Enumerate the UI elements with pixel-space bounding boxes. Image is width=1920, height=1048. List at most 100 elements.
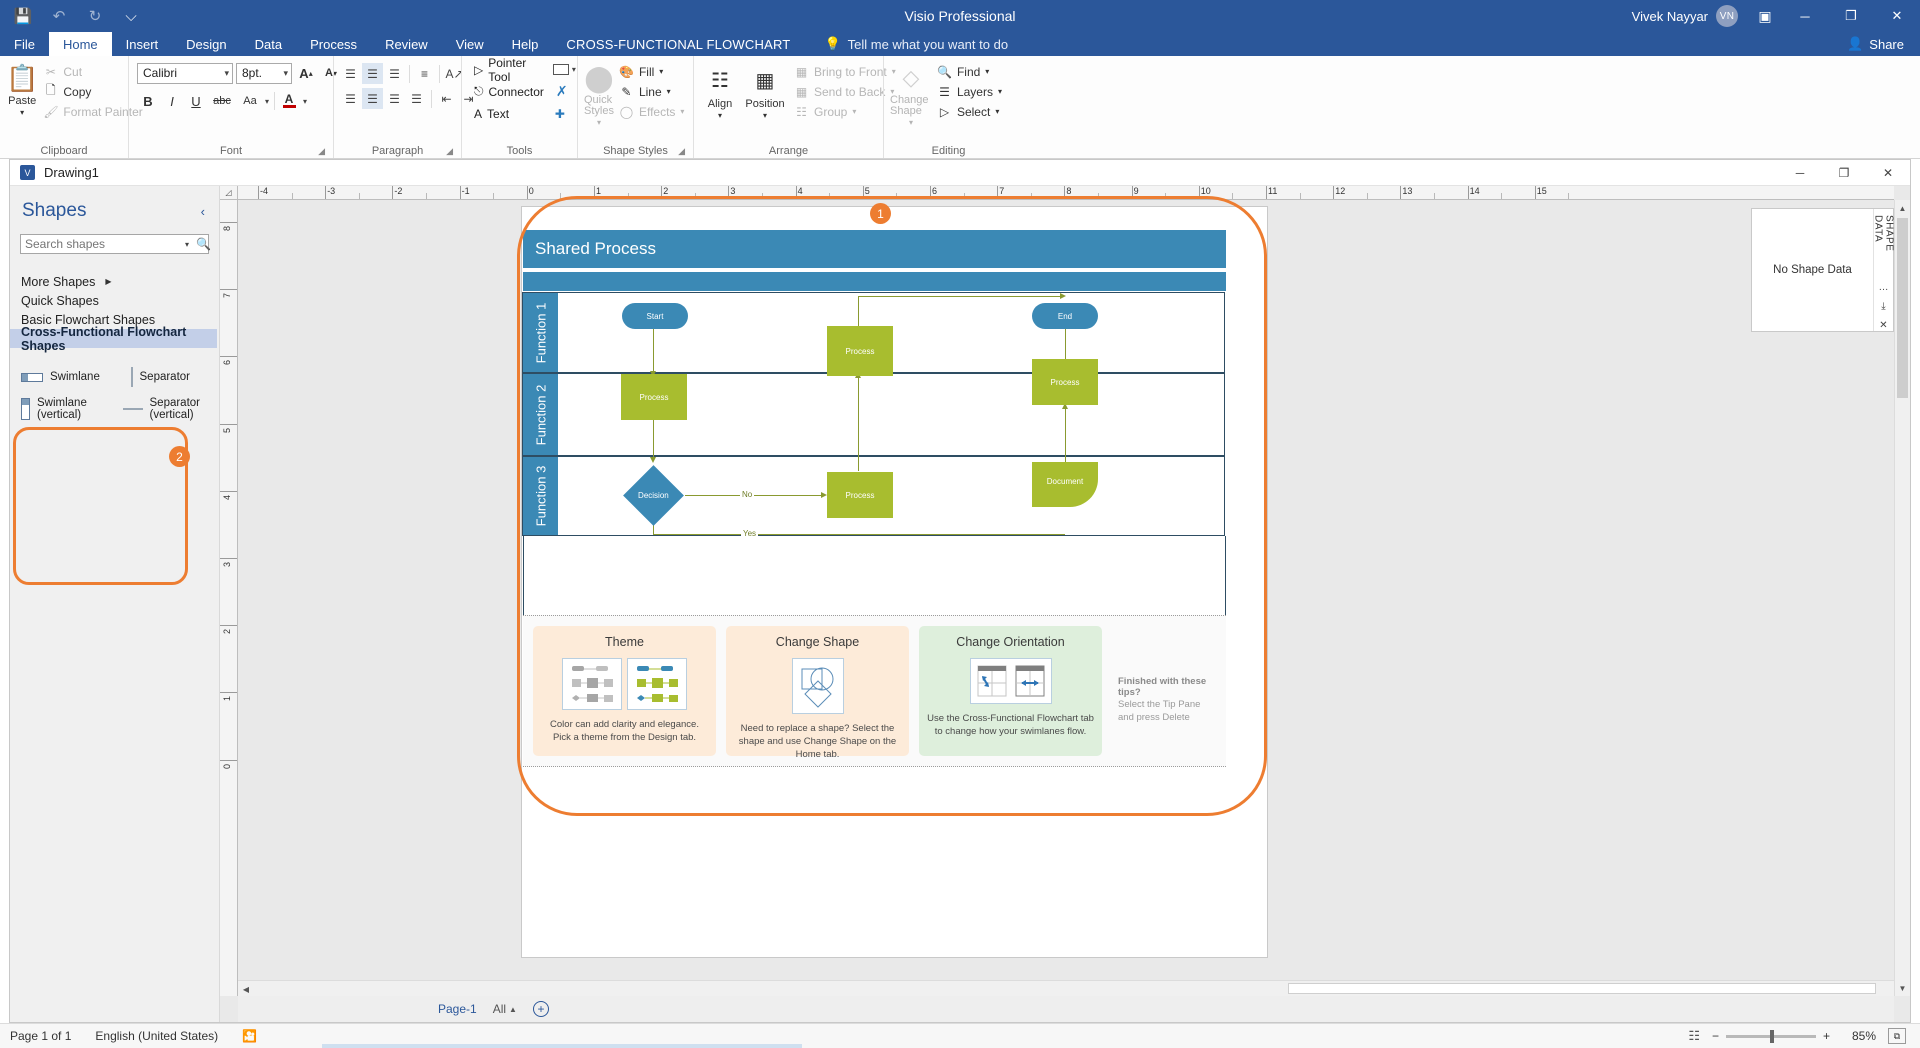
change-shape-button[interactable]: ◇ Change Shape ▾ <box>890 59 932 126</box>
flowchart-title[interactable]: Shared Process <box>523 230 1226 268</box>
chevron-down-icon[interactable]: ▾ <box>718 112 722 119</box>
horizontal-scroll-thumb[interactable] <box>1288 983 1876 994</box>
more-options-icon[interactable]: … <box>1879 282 1889 293</box>
page-tab-page-1[interactable]: Page-1 <box>438 1002 477 1016</box>
justify-button[interactable]: ☰ <box>406 88 427 109</box>
undo-icon[interactable]: ↶ <box>48 5 70 27</box>
tab-view[interactable]: View <box>442 32 498 56</box>
chevron-down-icon[interactable]: ▾ <box>597 119 601 126</box>
connector-decision-to-process2[interactable] <box>685 495 825 496</box>
lane-header-function-2[interactable]: Function 2 <box>523 374 558 455</box>
account-button[interactable]: Vivek Nayyar VN <box>1632 5 1748 27</box>
chevron-down-icon[interactable]: ▾ <box>667 87 671 96</box>
node-process-3[interactable]: Process <box>827 326 893 376</box>
connector-processmid-up[interactable] <box>858 296 859 327</box>
paste-dropdown-icon[interactable]: ▾ <box>20 109 24 116</box>
stencil-item-quick-shapes[interactable]: Quick Shapes <box>10 291 219 310</box>
font-size-combo[interactable]: 8pt. ▾ <box>236 63 292 84</box>
search-input[interactable] <box>21 237 180 251</box>
shape-styles-dialog-launcher-icon[interactable]: ◢ <box>678 144 685 158</box>
node-process-4[interactable]: Process <box>1032 359 1098 405</box>
node-start[interactable]: Start <box>622 303 688 329</box>
document-close-button[interactable]: ✕ <box>1866 160 1910 186</box>
increase-font-size-button[interactable]: A▴ <box>295 62 317 84</box>
align-left-button[interactable]: ☰ <box>340 88 361 109</box>
align-center-button[interactable]: ☰ <box>362 88 383 109</box>
close-button[interactable]: ✕ <box>1874 0 1920 32</box>
align-bottom-button[interactable]: ☰ <box>384 63 405 84</box>
tab-file[interactable]: File <box>0 32 49 56</box>
quick-styles-button[interactable]: ⬤ Quick Styles ▾ <box>584 59 614 126</box>
master-swimlane-vertical[interactable]: Swimlane (vertical) <box>14 392 115 426</box>
chevron-down-icon[interactable]: ▾ <box>995 107 999 116</box>
font-color-button[interactable]: A <box>280 94 298 108</box>
lane-header-function-3[interactable]: Function 3 <box>523 457 558 535</box>
tip-card-change-shape[interactable]: Change Shape Need to replace a shape? Se… <box>726 626 909 756</box>
node-document[interactable]: Document <box>1032 462 1098 507</box>
bullets-button[interactable]: ≡ <box>414 63 435 84</box>
zoom-knob[interactable] <box>1770 1030 1774 1043</box>
document-restore-button[interactable]: ❐ <box>1822 160 1866 186</box>
align-middle-button[interactable]: ☰ <box>362 63 383 84</box>
master-swimlane[interactable]: Swimlane <box>14 362 115 392</box>
pin-icon[interactable]: ⤓ <box>1881 301 1885 312</box>
tab-process[interactable]: Process <box>296 32 371 56</box>
chevron-down-icon[interactable]: ▾ <box>763 112 767 119</box>
close-icon[interactable]: ✕ <box>1879 320 1887 331</box>
connection-point-tool-button[interactable]: ✚ <box>550 103 579 124</box>
chevron-down-icon[interactable]: ▾ <box>680 107 684 116</box>
master-separator-vertical[interactable]: Separator (vertical) <box>115 392 216 426</box>
zoom-out-button[interactable]: − <box>1712 1029 1719 1043</box>
paragraph-dialog-launcher-icon[interactable]: ◢ <box>446 144 453 158</box>
tab-data[interactable]: Data <box>241 32 296 56</box>
connector-processmid-to-end[interactable] <box>858 296 1064 297</box>
node-process-1[interactable]: Process <box>621 374 687 420</box>
vertical-scroll-thumb[interactable] <box>1897 218 1908 398</box>
decrease-indent-button[interactable]: ⇤ <box>436 88 457 109</box>
all-pages-button[interactable]: All ▲ <box>493 1002 517 1016</box>
tab-review[interactable]: Review <box>371 32 442 56</box>
chevron-down-icon[interactable]: ▾ <box>985 67 989 76</box>
customize-qat-icon[interactable]: ⌵ <box>120 5 142 27</box>
connector-process1-to-decision[interactable] <box>653 420 654 460</box>
lane-empty-area[interactable] <box>523 536 1226 616</box>
lane-header-function-1[interactable]: Function 1 <box>523 293 558 372</box>
chevron-down-icon[interactable]: ▾ <box>180 240 194 249</box>
drawing-canvas[interactable]: ◿ -4-3-2-10123456789101112131415 8765432… <box>220 186 1910 1022</box>
delete-tool-button[interactable]: ✗ <box>550 81 579 102</box>
zoom-track[interactable] <box>1726 1035 1816 1038</box>
tip-card-theme[interactable]: Theme <box>533 626 716 756</box>
scroll-down-icon[interactable]: ▼ <box>1895 980 1910 996</box>
layers-button[interactable]: ☰ Layers ▾ <box>932 82 1007 101</box>
connector-tool-button[interactable]: ⎋ Connector <box>468 81 550 102</box>
fill-button[interactable]: 🎨 Fill ▾ <box>614 62 689 81</box>
font-color-dropdown-icon[interactable]: ▾ <box>303 97 307 106</box>
save-icon[interactable]: 💾 <box>12 5 34 27</box>
connector-process2-to-process-mid[interactable] <box>858 376 859 471</box>
tab-design[interactable]: Design <box>172 32 240 56</box>
page-sheet[interactable]: Shared Process Function 1 Function 2 <box>522 207 1267 957</box>
horizontal-scrollbar[interactable]: ◀ <box>238 980 1894 996</box>
chevron-down-icon[interactable]: ▾ <box>572 65 576 74</box>
search-shapes-box[interactable]: ▾ 🔍 <box>20 234 209 254</box>
change-case-dropdown-icon[interactable]: ▾ <box>265 97 269 106</box>
align-button[interactable]: ☷ Align ▾ <box>700 62 740 119</box>
rectangle-tool-button[interactable]: ▾ <box>550 59 579 80</box>
document-minimize-button[interactable]: ─ <box>1778 160 1822 186</box>
shape-data-pane[interactable]: No Shape Data SHAPE DATA … ⤓ ✕ <box>1751 208 1894 332</box>
restore-button[interactable]: ❐ <box>1828 0 1874 32</box>
underline-button[interactable]: U <box>185 90 207 112</box>
zoom-slider[interactable]: − + <box>1712 1029 1830 1043</box>
add-page-button[interactable]: + <box>533 1001 549 1017</box>
paste-button[interactable]: 📋 Paste ▾ <box>6 59 38 116</box>
tab-insert[interactable]: Insert <box>112 32 173 56</box>
line-button[interactable]: ✎ Line ▾ <box>614 82 689 101</box>
collapse-shapes-pane-icon[interactable]: ‹ <box>201 204 209 219</box>
zoom-percentage[interactable]: 85% <box>1842 1029 1876 1043</box>
node-end[interactable]: End <box>1032 303 1098 329</box>
align-top-button[interactable]: ☰ <box>340 63 361 84</box>
fit-page-button[interactable]: ⧉ <box>1888 1028 1906 1044</box>
redo-icon[interactable]: ↻ <box>84 5 106 27</box>
master-separator[interactable]: Separator <box>115 362 216 392</box>
stencil-item-more-shapes[interactable]: More Shapes ▶ <box>10 272 219 291</box>
